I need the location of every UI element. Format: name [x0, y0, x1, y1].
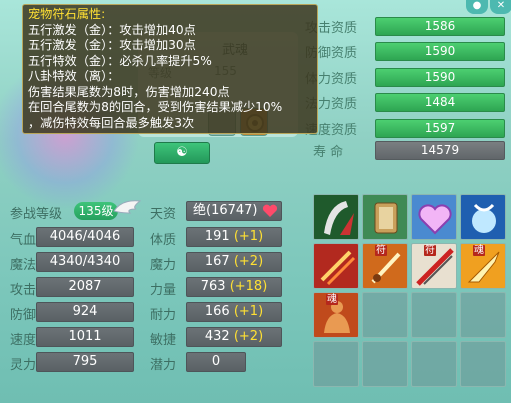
rune-tag: 符: [375, 245, 387, 256]
stat-bonus: (+1): [233, 304, 264, 319]
skill-slot-empty[interactable]: [362, 341, 408, 387]
heart-icon: [262, 204, 278, 217]
heart-shield-skill-icon: [412, 195, 456, 239]
stat-value-hp: 4046/4046: [36, 227, 134, 247]
skill-slot[interactable]: [460, 194, 506, 240]
skill-slot[interactable]: 魂: [313, 292, 359, 338]
stat-label: 潜力: [150, 358, 177, 373]
skill-slot-empty[interactable]: [313, 341, 359, 387]
stat-value-potential: 0: [186, 352, 246, 372]
aptitude-label: 寿 命: [313, 145, 344, 160]
stat-value-agility: 432 (+2): [186, 327, 282, 347]
stat-label: 防御: [10, 308, 37, 323]
stat-bonus: (+2): [233, 329, 264, 344]
skill-slot[interactable]: 符: [411, 243, 457, 289]
stat-bonus: (+2): [233, 254, 264, 269]
stat-label: 体质: [150, 233, 177, 248]
stat-number: 191: [204, 229, 230, 244]
minimize-icon[interactable]: ●: [466, 0, 488, 14]
close-icon[interactable]: ✕: [490, 0, 511, 14]
wind-skill-icon: [461, 195, 505, 239]
rune-attribute-tooltip: 宠物符石属性: 五行激发（金）：攻击增加40点 五行激发（金）：攻击增加30点 …: [22, 4, 318, 134]
skill-slot[interactable]: 符: [362, 243, 408, 289]
stat-label: 气血: [10, 233, 37, 248]
skill-grid: 符 符 魂 魂: [313, 194, 506, 388]
stat-label: 魔力: [150, 258, 177, 273]
stat-label: 敏捷: [150, 333, 177, 348]
stat-value-attack: 2087: [36, 277, 134, 297]
stat-value-mp: 4340/4340: [36, 252, 134, 272]
aptitude-value: 14579: [375, 141, 505, 160]
claw-skill-icon: [314, 195, 358, 239]
skill-slot[interactable]: [362, 194, 408, 240]
stat-number: 432: [204, 329, 230, 344]
rune-tag: 符: [424, 245, 436, 256]
skill-slot[interactable]: [411, 194, 457, 240]
tooltip-line: 五行激发（金）：攻击增加40点: [28, 22, 196, 37]
stat-label: 力量: [150, 283, 177, 298]
battle-level-label: 参战等级: [10, 207, 63, 222]
scroll-skill-icon: [363, 195, 407, 239]
stat-value-spirit: 795: [36, 352, 134, 372]
stat-number: 166: [204, 304, 230, 319]
pet-attribute-window: ● ✕ 武魂 等级 155 ☯ 宠物符石属性: 五行激发（金）：攻击增加40点 …: [0, 0, 511, 403]
aptitude-value: 1590: [375, 68, 505, 87]
tooltip-line: 八卦特效（离）：: [28, 69, 120, 83]
stat-label: 魔法: [10, 258, 37, 273]
skill-slot-empty[interactable]: [460, 292, 506, 338]
aptitude-value: 1597: [375, 119, 505, 138]
stat-value-constitution: 191 (+1): [186, 227, 282, 247]
stat-number: 763: [200, 279, 226, 294]
skill-slot-empty[interactable]: [460, 341, 506, 387]
stat-value-speed: 1011: [36, 327, 134, 347]
aptitude-value: 1586: [375, 17, 505, 36]
tooltip-line: 五行激发（金）：攻击增加30点: [28, 38, 196, 52]
stat-number: 167: [204, 254, 230, 269]
soul-tag: 魂: [473, 245, 485, 256]
stat-value-endurance: 166 (+1): [186, 302, 282, 322]
stat-label: 速度: [10, 333, 37, 348]
stat-bonus: (+18): [229, 279, 268, 294]
tooltip-line: 五行特效（金）：必杀几率提升5%: [28, 53, 212, 68]
wing-icon: [113, 200, 142, 214]
tooltip-line: 伤害结果尾数为8时，伤害增加240点: [28, 84, 230, 99]
skill-slot[interactable]: [313, 194, 359, 240]
stat-label: 灵力: [10, 358, 37, 373]
stat-value-magic-power: 167 (+2): [186, 252, 282, 272]
stat-label: 攻击: [10, 283, 37, 298]
stat-number: 0: [211, 354, 221, 369]
skill-slot[interactable]: 魂: [460, 243, 506, 289]
stat-bonus: (+1): [233, 229, 264, 244]
soul-tag: 魂: [326, 294, 338, 305]
aptitude-value: 1590: [375, 42, 505, 61]
stat-value-defense: 924: [36, 302, 134, 322]
stat-label: 耐力: [150, 308, 177, 323]
tooltip-line: ，减伤特效每回合最多触发3次: [28, 115, 195, 130]
skill-slot-empty[interactable]: [411, 292, 457, 338]
aptitude-value: 1484: [375, 93, 505, 112]
skill-slot-empty[interactable]: [411, 341, 457, 387]
talent-label: 天资: [150, 207, 177, 222]
tooltip-title: 宠物符石属性:: [28, 7, 106, 21]
yinyang-button[interactable]: ☯: [154, 142, 210, 164]
stat-value-strength: 763 (+18): [186, 277, 282, 297]
slash-skill-icon: [314, 244, 358, 288]
skill-slot[interactable]: [313, 243, 359, 289]
tooltip-line: 在回合尾数为8的回合，受到伤害结果减少10%: [28, 100, 283, 114]
skill-slot-empty[interactable]: [362, 292, 408, 338]
